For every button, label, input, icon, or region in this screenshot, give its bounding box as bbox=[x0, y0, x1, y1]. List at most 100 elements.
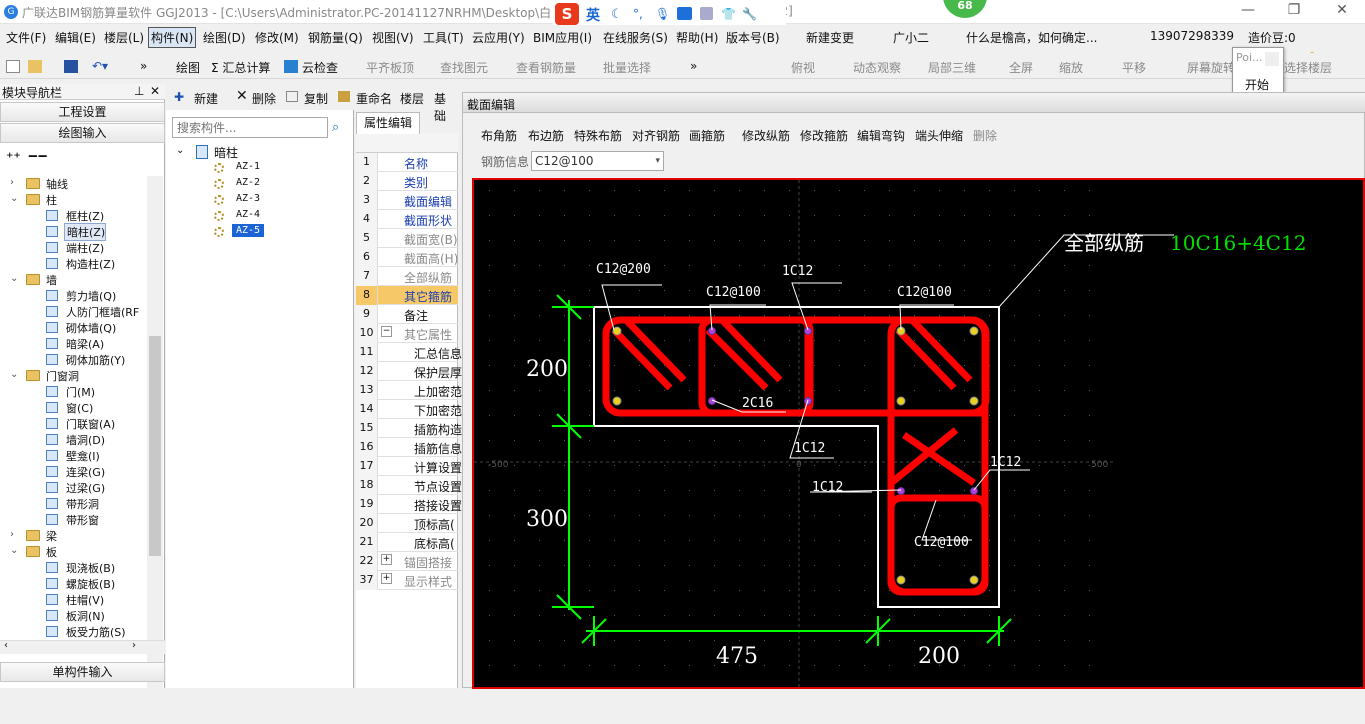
nav-item-10[interactable]: 暗梁(A) bbox=[0, 336, 146, 352]
label-c12-200[interactable]: C12@200 bbox=[596, 262, 651, 277]
save-icon[interactable] bbox=[64, 60, 78, 73]
property-row-15[interactable]: 15 插筋构造 bbox=[356, 419, 462, 438]
section-tool-0[interactable]: 布角筋 bbox=[481, 127, 517, 144]
comp-copy-button[interactable]: 复制 bbox=[304, 90, 328, 107]
tool-local-3d[interactable]: 局部三维 bbox=[928, 59, 976, 76]
property-row-17[interactable]: 17 计算设置 bbox=[356, 457, 462, 476]
rebar-info-select[interactable]: C12@100 ▾ bbox=[531, 151, 664, 171]
nav-item-28[interactable]: 板受力筋(S) bbox=[0, 624, 146, 640]
label-1c12-top[interactable]: 1C12 bbox=[782, 264, 813, 279]
component-item-az-5[interactable]: AZ-5 bbox=[232, 224, 265, 237]
search-icon[interactable]: ⌕ bbox=[332, 120, 350, 136]
account-phone[interactable]: 13907298339 bbox=[1150, 29, 1234, 43]
overflow-chevron-icon[interactable]: » bbox=[140, 59, 147, 73]
moon-icon[interactable]: ☾ bbox=[611, 7, 624, 22]
tool-dynamic-view[interactable]: 动态观察 bbox=[853, 59, 901, 76]
score-badge[interactable]: 68 bbox=[943, 0, 987, 18]
nav-item-13[interactable]: 门(M) bbox=[0, 384, 146, 400]
section-tool-7[interactable]: 编辑弯钩 bbox=[857, 127, 905, 144]
undo-icon[interactable]: ↶▾ bbox=[92, 59, 108, 73]
property-row-16[interactable]: 16 插筋信息 bbox=[356, 438, 462, 457]
tool-select-floor[interactable]: 选择楼层 bbox=[1284, 59, 1332, 76]
rebar-point-c16-5[interactable] bbox=[969, 396, 979, 406]
component-search-input[interactable] bbox=[172, 117, 328, 138]
delete-icon[interactable]: ✕ bbox=[236, 88, 248, 104]
close-button[interactable]: ✕ bbox=[1332, 2, 1352, 22]
rename-icon[interactable] bbox=[338, 91, 350, 102]
tool-find-element[interactable]: 查找图元 bbox=[440, 59, 488, 76]
nav-item-9[interactable]: 砌体墙(Q) bbox=[0, 320, 146, 336]
menu-floor[interactable]: 楼层(L) bbox=[104, 29, 144, 46]
menu-online[interactable]: 在线服务(S) bbox=[603, 29, 668, 46]
restore-button[interactable]: ❐ bbox=[1284, 2, 1304, 22]
property-row-12[interactable]: 12 保护层厚 bbox=[356, 362, 462, 381]
component-item-az-3[interactable]: AZ-3 bbox=[232, 192, 264, 205]
menu-cloud[interactable]: 云应用(Y) bbox=[472, 29, 525, 46]
label-c12-100-a[interactable]: C12@100 bbox=[706, 285, 761, 300]
menu-assistant[interactable]: 广小二 bbox=[893, 29, 929, 46]
single-component-input-button[interactable]: 单构件输入 bbox=[0, 662, 165, 682]
nav-item-5[interactable]: 构造柱(Z) bbox=[0, 256, 146, 272]
nav-folder-1[interactable]: ⌄ 柱 bbox=[0, 192, 146, 208]
rebar-point-c12-5[interactable] bbox=[970, 487, 978, 495]
tool-top-view[interactable]: 俯视 bbox=[791, 59, 815, 76]
property-row-3[interactable]: 3 截面编辑 bbox=[356, 191, 458, 210]
label-all-longitudinal[interactable]: 全部纵筋 bbox=[1064, 231, 1144, 255]
nav-item-7[interactable]: 剪力墙(Q) bbox=[0, 288, 146, 304]
nav-scroll-thumb[interactable] bbox=[149, 336, 161, 556]
close-panel-icon[interactable]: ✕ bbox=[150, 84, 160, 98]
coin-balance[interactable]: 造价豆:0 bbox=[1248, 29, 1296, 46]
nav-item-8[interactable]: 人防门框墙(RF bbox=[0, 304, 146, 320]
section-tool-5[interactable]: 修改纵筋 bbox=[742, 127, 790, 144]
nav-folder-12[interactable]: ⌄ 门窗洞 bbox=[0, 368, 146, 384]
property-row-22[interactable]: 22 + 锚固搭接 bbox=[356, 552, 458, 571]
nav-item-27[interactable]: 板洞(N) bbox=[0, 608, 146, 624]
property-row-7[interactable]: 7 全部纵筋 bbox=[356, 267, 458, 286]
section-tool-1[interactable]: 布边筋 bbox=[528, 127, 564, 144]
label-2c16[interactable]: 2C16 bbox=[742, 396, 773, 411]
expand-plus-icon[interactable]: + bbox=[381, 573, 392, 584]
property-row-20[interactable]: 20 顶标高( bbox=[356, 514, 458, 533]
property-row-2[interactable]: 2 类别 bbox=[356, 172, 458, 191]
nav-folder-0[interactable]: › 轴线 bbox=[0, 176, 146, 192]
chevron-down-icon[interactable]: ▾ bbox=[655, 152, 660, 170]
tool-fullscreen[interactable]: 全屏 bbox=[1009, 59, 1033, 76]
tree-expander-icon[interactable]: › bbox=[10, 177, 14, 188]
label-c12-100-c[interactable]: C12@100 bbox=[914, 535, 969, 550]
section-tool-3[interactable]: 对齐钢筋 bbox=[632, 127, 680, 144]
tree-expander-icon[interactable]: ⌄ bbox=[10, 193, 18, 204]
comp-foundation-button[interactable]: 基础 bbox=[434, 90, 456, 124]
scroll-left-icon[interactable]: ‹ bbox=[4, 640, 8, 651]
menu-file[interactable]: 文件(F) bbox=[6, 29, 46, 46]
expand-all-icon[interactable]: ⁺⁺ bbox=[6, 150, 21, 166]
tree-expander-icon[interactable]: › bbox=[10, 529, 14, 540]
rebar-point-c16-7[interactable] bbox=[969, 575, 979, 585]
property-row-37[interactable]: 37 + 显示样式 bbox=[356, 571, 458, 590]
rebar-point-c12-4[interactable] bbox=[897, 487, 905, 495]
menu-bim[interactable]: BIM应用(I) bbox=[533, 29, 592, 46]
minimize-button[interactable]: — bbox=[1238, 2, 1258, 22]
menu-edit[interactable]: 编辑(E) bbox=[55, 29, 96, 46]
rebar-point-c16-1[interactable] bbox=[612, 396, 622, 406]
comp-root-label[interactable]: 暗柱 bbox=[214, 144, 238, 161]
component-item-az-1[interactable]: AZ-1 bbox=[232, 160, 264, 173]
nav-item-20[interactable]: 带形洞 bbox=[0, 496, 146, 512]
tree-expander-icon[interactable]: ⌄ bbox=[10, 369, 18, 380]
nav-item-26[interactable]: 柱帽(V) bbox=[0, 592, 146, 608]
nav-folder-23[interactable]: ⌄ 板 bbox=[0, 544, 146, 560]
rebar-point-c16-4[interactable] bbox=[896, 396, 906, 406]
tool-summary[interactable]: Σ 汇总计算 bbox=[211, 59, 270, 76]
punctuation-icon[interactable]: °, bbox=[633, 7, 646, 21]
new-file-icon[interactable] bbox=[6, 60, 20, 73]
label-1c12-right[interactable]: 1C12 bbox=[990, 455, 1021, 470]
ime-language[interactable]: 英 bbox=[586, 5, 600, 25]
tree-expander-icon[interactable]: ⌄ bbox=[10, 273, 18, 284]
section-tool-6[interactable]: 修改箍筋 bbox=[800, 127, 848, 144]
tool-batch-select[interactable]: 批量选择 bbox=[603, 59, 651, 76]
comp-rename-button[interactable]: 重命名 bbox=[356, 90, 392, 107]
open-folder-icon[interactable] bbox=[28, 60, 42, 73]
property-row-11[interactable]: 11 汇总信息 bbox=[356, 343, 462, 362]
comp-new-button[interactable]: 新建 bbox=[194, 90, 218, 107]
rebar-point-c16-0[interactable] bbox=[612, 326, 622, 336]
property-row-8[interactable]: 8 其它箍筋 bbox=[356, 286, 458, 305]
